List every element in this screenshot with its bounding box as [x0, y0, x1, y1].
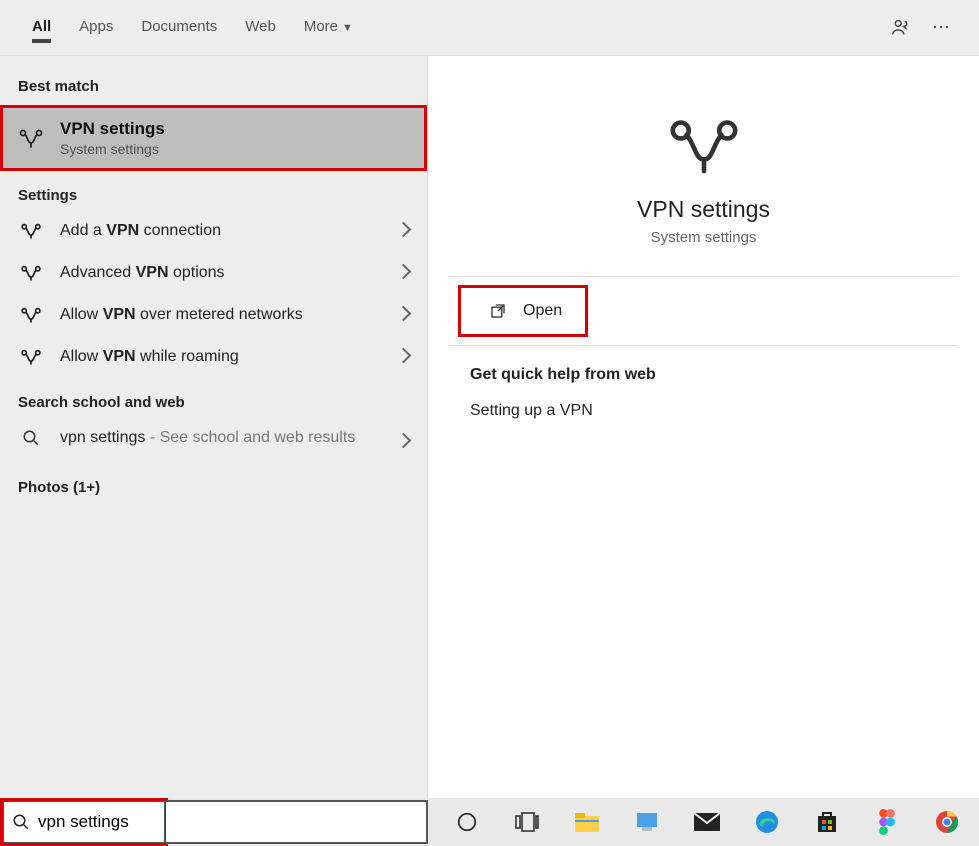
- vpn-icon: [14, 306, 48, 324]
- settings-item-add-vpn[interactable]: Add a VPN connection: [0, 210, 427, 252]
- vpn-icon: [14, 127, 48, 149]
- cortana-icon[interactable]: [452, 807, 482, 837]
- chevron-right-icon: [398, 306, 409, 324]
- section-photos: Photos (1+): [0, 463, 427, 502]
- divider: [448, 276, 959, 277]
- feedback-icon[interactable]: [881, 8, 921, 48]
- search-icon: [14, 429, 48, 447]
- vpn-icon-large: [664, 116, 744, 176]
- chevron-right-icon: [398, 348, 409, 366]
- taskbar-icons: [452, 798, 962, 846]
- detail-subtitle: System settings: [438, 229, 969, 246]
- taskbar: [0, 798, 979, 846]
- app-icon-generic[interactable]: [632, 807, 662, 837]
- chevron-down-icon: ▼: [342, 22, 353, 34]
- vpn-icon: [14, 348, 48, 366]
- best-match-title: VPN settings: [60, 119, 165, 139]
- edge-icon[interactable]: [752, 807, 782, 837]
- open-icon: [489, 302, 507, 320]
- best-match-item[interactable]: VPN settings System settings: [0, 105, 427, 171]
- settings-item-vpn-roaming[interactable]: Allow VPN while roaming: [0, 336, 427, 378]
- best-match-subtitle: System settings: [60, 141, 165, 157]
- settings-item-label: Advanced VPN options: [60, 264, 398, 282]
- tab-web[interactable]: Web: [231, 8, 290, 47]
- chevron-right-icon: [398, 433, 409, 451]
- detail-panel: VPN settings System settings Open Get qu…: [427, 56, 979, 798]
- search-icon: [12, 813, 30, 831]
- chevron-right-icon: [398, 222, 409, 240]
- web-search-label: vpn settings - See school and web result…: [60, 429, 398, 447]
- results-panel: Best match VPN settings System settings …: [0, 56, 427, 798]
- taskbar-search-extension[interactable]: [166, 800, 428, 844]
- vpn-icon: [14, 222, 48, 240]
- more-options-icon[interactable]: ⋯: [921, 8, 961, 48]
- mail-icon[interactable]: [692, 807, 722, 837]
- search-input[interactable]: [38, 812, 156, 832]
- tab-more[interactable]: More ▼: [290, 8, 367, 47]
- tab-documents[interactable]: Documents: [127, 8, 231, 47]
- task-view-icon[interactable]: [512, 807, 542, 837]
- open-button[interactable]: Open: [458, 285, 588, 337]
- tab-more-label: More: [304, 18, 338, 35]
- chevron-right-icon: [398, 264, 409, 282]
- settings-item-label: Add a VPN connection: [60, 222, 398, 240]
- help-header: Get quick help from web: [438, 346, 969, 396]
- settings-item-advanced-vpn[interactable]: Advanced VPN options: [0, 252, 427, 294]
- section-best-match: Best match: [0, 56, 427, 105]
- tab-apps[interactable]: Apps: [65, 8, 127, 47]
- section-search-web: Search school and web: [0, 378, 427, 417]
- help-link-setup-vpn[interactable]: Setting up a VPN: [438, 396, 969, 426]
- section-settings: Settings: [0, 171, 427, 210]
- detail-title: VPN settings: [438, 196, 969, 223]
- file-explorer-icon[interactable]: [572, 807, 602, 837]
- store-icon[interactable]: [812, 807, 842, 837]
- tab-all[interactable]: All: [18, 8, 65, 47]
- figma-icon[interactable]: [872, 807, 902, 837]
- vpn-icon: [14, 264, 48, 282]
- web-search-item[interactable]: vpn settings - See school and web result…: [0, 417, 427, 463]
- taskbar-search[interactable]: [2, 800, 166, 844]
- settings-item-vpn-metered[interactable]: Allow VPN over metered networks: [0, 294, 427, 336]
- settings-item-label: Allow VPN while roaming: [60, 348, 398, 366]
- search-tabs: All Apps Documents Web More ▼ ⋯: [0, 0, 979, 56]
- open-label: Open: [523, 302, 562, 320]
- chrome-icon[interactable]: [932, 807, 962, 837]
- settings-item-label: Allow VPN over metered networks: [60, 306, 398, 324]
